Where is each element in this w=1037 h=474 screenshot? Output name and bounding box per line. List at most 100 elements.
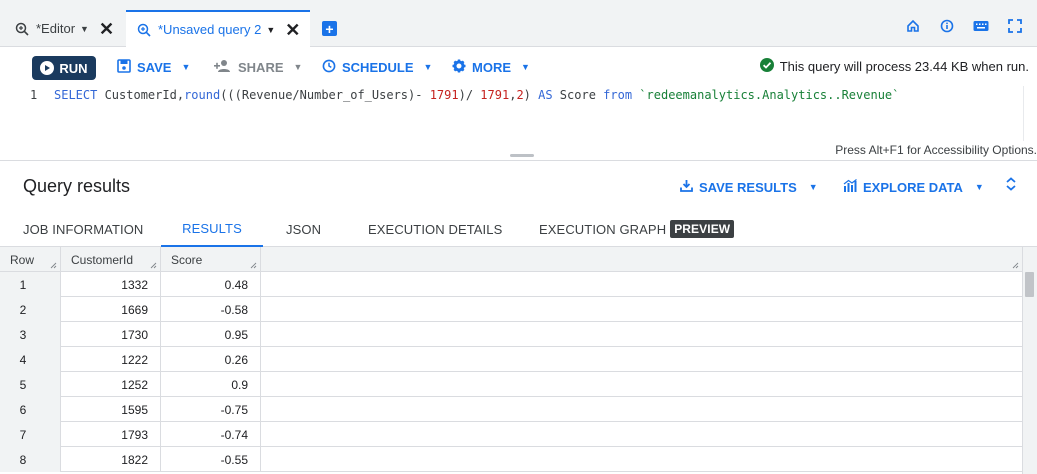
resize-grip-icon — [1012, 262, 1019, 269]
customerid-cell: 1730 — [61, 322, 161, 347]
save-icon — [117, 58, 131, 76]
code-token: 1791 — [480, 88, 510, 102]
preview-badge: PREVIEW — [670, 220, 735, 238]
save-label: SAVE — [137, 59, 172, 75]
row-number-cell: 8 — [0, 447, 61, 472]
code-token: CustomerId, — [97, 88, 185, 102]
table-row[interactable]: 5 1252 0.9 — [0, 372, 1022, 397]
chevron-down-icon: ▼ — [521, 62, 530, 72]
table-row[interactable]: 2 1669 -0.58 — [0, 297, 1022, 322]
resize-grip-icon — [150, 262, 157, 269]
editor-scrollbar[interactable] — [1023, 86, 1037, 141]
score-cell: -0.55 — [161, 447, 261, 472]
play-icon — [40, 61, 55, 75]
score-cell: -0.58 — [161, 297, 261, 322]
score-cell: -0.74 — [161, 422, 261, 447]
tab-job-information[interactable]: JOB INFORMATION — [23, 211, 143, 247]
customerid-cell: 1793 — [61, 422, 161, 447]
table-row[interactable]: 8 1822 -0.55 — [0, 447, 1022, 472]
tab-unsaved-query-2[interactable]: *Unsaved query 2 ▼ ✕ — [126, 10, 310, 47]
score-cell: -0.75 — [161, 397, 261, 422]
chevron-down-icon[interactable]: ▼ — [80, 24, 89, 34]
tab-unsaved-query-label: *Unsaved query 2 — [158, 22, 262, 37]
code-token: AS — [538, 88, 553, 102]
grid-rows: 1 1332 0.48 2 1669 -0.58 3 1730 0.95 4 1222 0.26 5 12… — [0, 272, 1022, 472]
tab-json[interactable]: JSON — [286, 211, 321, 247]
tab-results[interactable]: RESULTS — [161, 211, 263, 247]
row-number-cell: 3 — [0, 322, 61, 347]
results-title: Query results — [23, 176, 131, 196]
row-number-cell: 2 — [0, 297, 61, 322]
explore-data-button[interactable]: EXPLORE DATA ▼ — [843, 179, 984, 195]
column-header-row[interactable]: Row — [0, 247, 61, 272]
results-scrollbar[interactable] — [1022, 247, 1037, 474]
chevron-down-icon[interactable]: ▼ — [266, 25, 275, 35]
chevron-down-icon: ▼ — [974, 182, 984, 192]
code-token: `redeemanalytics.Analytics..Revenue` — [639, 88, 900, 102]
bigquery-console: *Editor ▼ ✕ *Unsaved query 2 ▼ ✕ + RUN S… — [0, 0, 1037, 474]
customerid-cell: 1332 — [61, 272, 161, 297]
info-icon[interactable] — [939, 18, 955, 34]
table-row[interactable]: 4 1222 0.26 — [0, 347, 1022, 372]
resize-grip-icon — [50, 262, 57, 269]
home-icon[interactable] — [905, 18, 921, 34]
row-number-cell: 4 — [0, 347, 61, 372]
close-icon[interactable]: ✕ — [285, 21, 300, 39]
check-circle-icon — [759, 58, 774, 75]
editor-tab-strip: *Editor ▼ ✕ *Unsaved query 2 ▼ ✕ + — [0, 0, 1037, 47]
table-row[interactable]: 1 1332 0.48 — [0, 272, 1022, 297]
chevron-down-icon: ▼ — [293, 62, 303, 72]
row-number-cell: 6 — [0, 397, 61, 422]
save-results-button[interactable]: SAVE RESULTS ▼ — [680, 179, 818, 195]
clock-icon — [322, 59, 336, 76]
score-cell: 0.95 — [161, 322, 261, 347]
results-header: Query results SAVE RESULTS ▼ EXPLORE DAT… — [0, 161, 1037, 211]
code-line[interactable]: SELECT CustomerId,round(((Revenue/Number… — [54, 88, 899, 102]
tab-execution-graph-label: EXECUTION GRAPH — [539, 221, 667, 237]
column-header-score[interactable]: Score — [161, 247, 261, 272]
code-token: 2 — [516, 88, 524, 102]
keyboard-icon[interactable] — [973, 18, 989, 34]
score-cell: 0.48 — [161, 272, 261, 297]
schedule-button[interactable]: SCHEDULE ▼ — [322, 58, 432, 76]
expand-collapse-icon[interactable] — [1005, 177, 1017, 192]
line-number: 1 — [30, 88, 38, 102]
run-button[interactable]: RUN — [32, 56, 96, 80]
results-tabs: JOB INFORMATION RESULTS JSON EXECUTION D… — [0, 211, 1037, 247]
more-button[interactable]: MORE ▼ — [452, 58, 530, 76]
table-row[interactable]: 6 1595 -0.75 — [0, 397, 1022, 422]
tab-editor[interactable]: *Editor ▼ ✕ — [14, 10, 126, 47]
chevron-down-icon: ▼ — [808, 182, 818, 192]
query-toolbar: RUN SAVE ▼ SHARE ▼ SCHEDULE ▼ MORE ▼ Thi… — [0, 48, 1037, 86]
accessibility-hint: Press Alt+F1 for Accessibility Options. — [835, 143, 1037, 157]
column-header-label: CustomerId — [71, 252, 134, 267]
gear-icon — [452, 59, 466, 76]
table-row[interactable]: 3 1730 0.95 — [0, 322, 1022, 347]
tab-execution-graph[interactable]: EXECUTION GRAPH PREVIEW — [539, 211, 735, 247]
table-row[interactable]: 7 1793 -0.74 — [0, 422, 1022, 447]
code-token: round — [184, 88, 221, 102]
row-number-cell: 1 — [0, 272, 61, 297]
share-label: SHARE — [238, 59, 284, 75]
top-right-icons — [905, 18, 1023, 34]
customerid-cell: 1595 — [61, 397, 161, 422]
column-header-filler — [261, 247, 1022, 272]
sql-editor[interactable]: 1 SELECT CustomerId,round(((Revenue/Numb… — [0, 86, 1037, 161]
column-header-label: Score — [171, 252, 203, 267]
explore-data-label: EXPLORE DATA — [863, 179, 963, 195]
save-results-label: SAVE RESULTS — [699, 179, 797, 195]
fullscreen-icon[interactable] — [1007, 18, 1023, 34]
chevron-down-icon: ▼ — [181, 62, 191, 72]
schedule-label: SCHEDULE — [342, 59, 414, 75]
editor-resize-handle[interactable] — [510, 154, 534, 157]
query-validation-status: This query will process 23.44 KB when ru… — [759, 58, 1029, 75]
customerid-cell: 1222 — [61, 347, 161, 372]
add-tab-button[interactable]: + — [322, 21, 337, 36]
share-button[interactable]: SHARE ▼ — [214, 58, 302, 76]
save-button[interactable]: SAVE ▼ — [117, 58, 190, 76]
close-icon[interactable]: ✕ — [99, 20, 114, 38]
customerid-cell: 1669 — [61, 297, 161, 322]
scrollbar-thumb[interactable] — [1025, 272, 1034, 297]
tab-execution-details[interactable]: EXECUTION DETAILS — [368, 211, 502, 247]
column-header-customerid[interactable]: CustomerId — [61, 247, 161, 272]
